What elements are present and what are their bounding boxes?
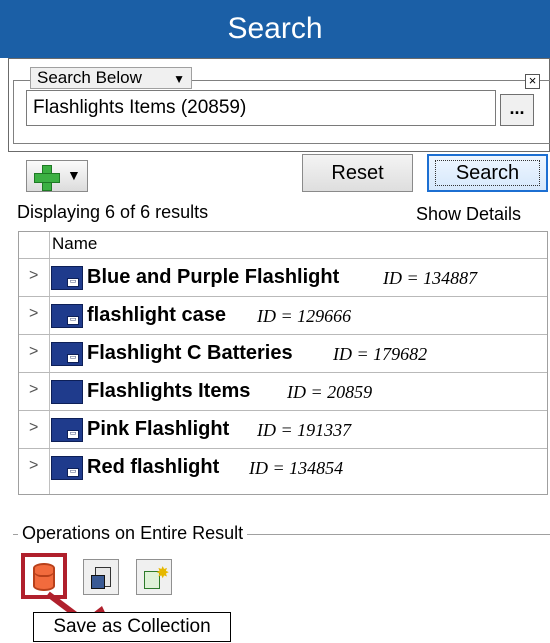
result-count: Displaying 6 of 6 results [17, 202, 209, 222]
results-table: Name > ▭ Blue and Purple Flashlight ID =… [18, 231, 548, 495]
chevron-down-icon: ▼ [67, 167, 81, 183]
table-row[interactable]: > ▭ flashlight case ID = 129666 [19, 296, 547, 333]
item-icon: ▭ [51, 304, 83, 328]
column-header-name[interactable]: Name [52, 234, 97, 254]
search-scope-dropdown[interactable]: Search Below ▼ [30, 67, 192, 89]
plus-icon [33, 164, 60, 191]
tooltip: Save as Collection [33, 612, 231, 642]
expand-icon[interactable]: > [29, 305, 38, 323]
item-name: Pink Flashlight [87, 418, 230, 440]
magic-wand-icon: ✸ [142, 565, 169, 591]
item-id: ID = 179682 [333, 344, 428, 364]
item-id: ID = 129666 [257, 306, 352, 326]
search-panel: Search Search Below ▼ × Flashlights Item… [0, 0, 550, 643]
search-scope-label: Search Below [37, 68, 142, 87]
show-details-link[interactable]: Show Details [416, 204, 521, 225]
panel-title: Search [0, 0, 550, 58]
operations-group-label: Operations on Entire Result [18, 523, 248, 544]
bulk-edit-button[interactable]: ✸ [136, 559, 172, 595]
table-row[interactable]: > ▭ Pink Flashlight ID = 191337 [19, 410, 547, 447]
item-id: ID = 20859 [287, 382, 373, 402]
item-name: Red flashlight [87, 456, 220, 478]
expand-icon[interactable]: > [29, 343, 38, 361]
add-criteria-button[interactable]: ▼ [26, 160, 88, 192]
expand-icon[interactable]: > [29, 457, 38, 475]
search-button-label: Search [434, 160, 541, 186]
database-icon [33, 563, 55, 591]
browse-button[interactable]: ... [500, 94, 534, 126]
item-name: Flashlight C Batteries [87, 342, 293, 364]
reset-button[interactable]: Reset [302, 154, 413, 192]
export-icon [89, 565, 115, 591]
item-id: ID = 134854 [249, 458, 344, 478]
table-row[interactable]: > ▭ Blue and Purple Flashlight ID = 1348… [19, 258, 547, 295]
item-id: ID = 134887 [383, 268, 478, 288]
close-icon[interactable]: × [525, 74, 540, 89]
item-icon: ▭ [51, 266, 83, 290]
expand-icon[interactable]: > [29, 381, 38, 399]
collection-field-value: Flashlights Items (20859) [33, 97, 247, 118]
item-name: Blue and Purple Flashlight [87, 266, 340, 288]
search-button[interactable]: Search [427, 154, 548, 192]
item-icon [51, 380, 83, 404]
item-name: flashlight case [87, 304, 226, 326]
item-name: Flashlights Items [87, 380, 251, 402]
item-icon: ▭ [51, 456, 83, 480]
item-id: ID = 191337 [257, 420, 352, 440]
item-icon: ▭ [51, 418, 83, 442]
table-row[interactable]: > Flashlights Items ID = 20859 [19, 372, 547, 409]
expand-icon[interactable]: > [29, 267, 38, 285]
table-row[interactable]: > ▭ Red flashlight ID = 134854 [19, 448, 547, 485]
expand-icon[interactable]: > [29, 419, 38, 437]
collection-field[interactable]: Flashlights Items (20859) [26, 90, 496, 126]
table-row[interactable]: > ▭ Flashlight C Batteries ID = 179682 [19, 334, 547, 371]
chevron-down-icon: ▼ [173, 72, 185, 86]
item-icon: ▭ [51, 342, 83, 366]
